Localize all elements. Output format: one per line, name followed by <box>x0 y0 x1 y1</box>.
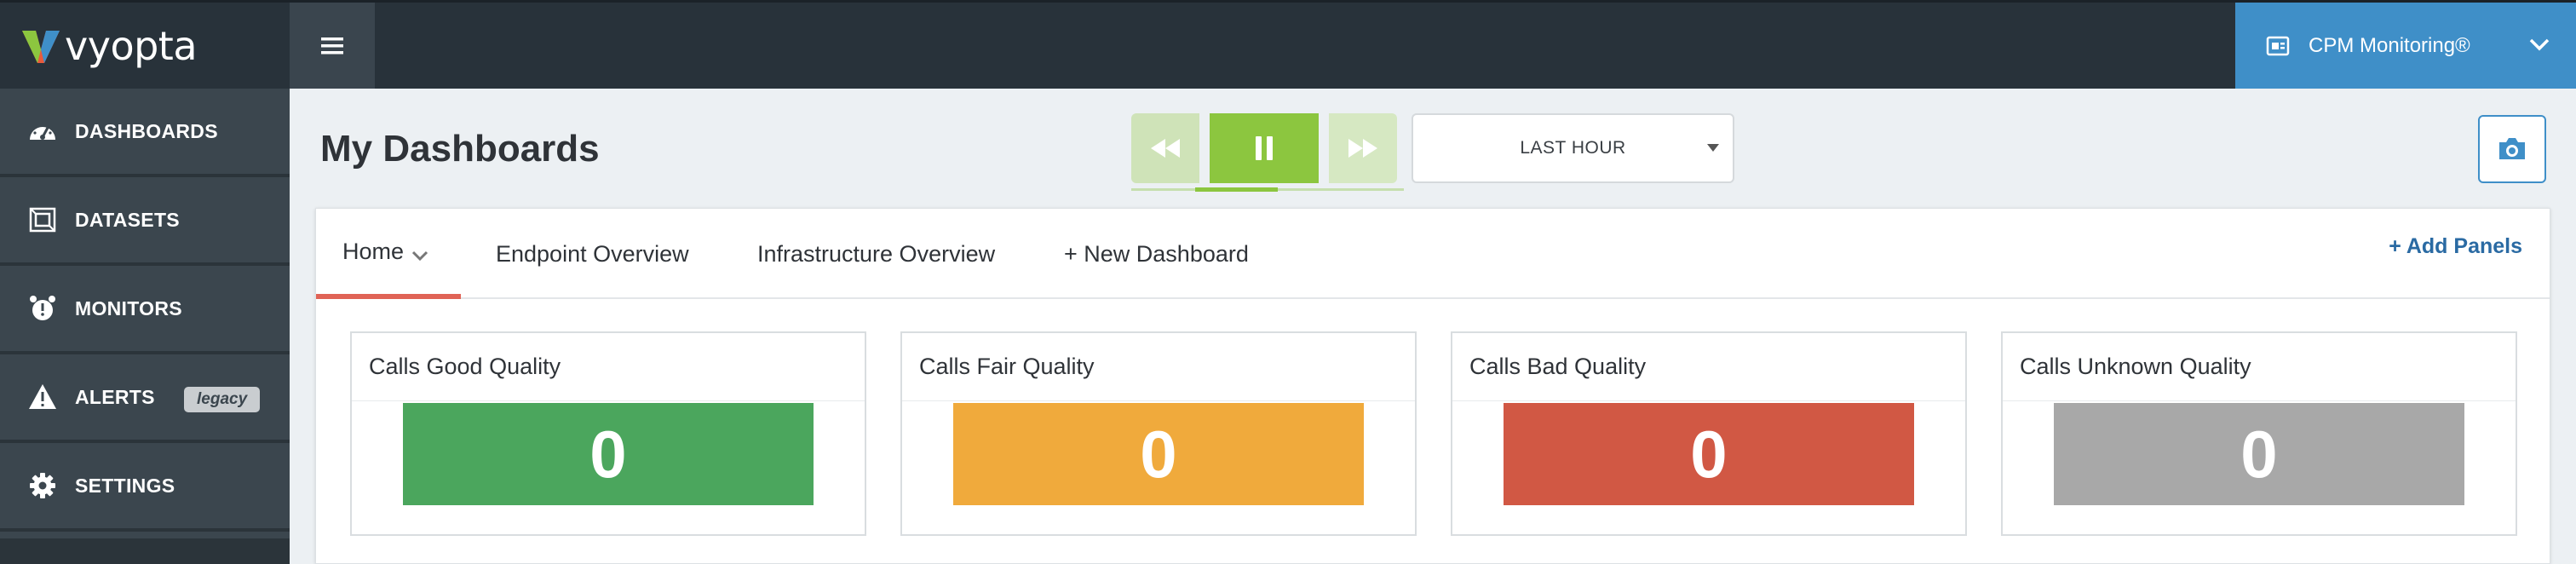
dashboard-container: Home Endpoint Overview Infrastructure Ov… <box>315 208 2550 564</box>
caret-down-icon <box>1707 144 1719 152</box>
sidebar-item-label: MONITORS <box>75 296 182 319</box>
panel-unknown-quality[interactable]: Calls Unknown Quality 0 <box>2001 331 2517 536</box>
chevron-down-icon <box>411 250 428 262</box>
sidebar-item-alerts[interactable]: ALERTS legacy <box>0 354 290 443</box>
sidebar-item-label: SETTINGS <box>75 474 175 497</box>
sidebar-item-dashboards[interactable]: DASHBOARDS <box>0 89 290 177</box>
legacy-badge: legacy <box>184 387 261 412</box>
time-range-select[interactable]: LAST HOUR <box>1412 113 1734 183</box>
sidebar: DASHBOARDS DATASETS MONITORS ALERTS lega… <box>0 89 290 564</box>
pause-icon <box>1256 136 1273 160</box>
tab-endpoint-overview[interactable]: Endpoint Overview <box>496 209 689 299</box>
gear-icon <box>30 473 55 498</box>
tab-label: Home <box>342 238 405 264</box>
sidebar-item-label: ALERTS <box>75 385 155 408</box>
alarm-clock-icon <box>30 296 55 320</box>
warning-icon <box>29 384 56 409</box>
chevron-down-icon <box>2529 38 2550 51</box>
monitor-account-icon <box>2266 36 2290 55</box>
logo-text: vyopta <box>65 22 198 69</box>
rewind-icon <box>1151 139 1180 158</box>
sidebar-item-settings[interactable]: SETTINGS <box>0 443 290 532</box>
add-panels-button[interactable]: + Add Panels <box>2389 234 2522 259</box>
tab-label: Endpoint Overview <box>496 240 689 267</box>
menu-toggle-button[interactable] <box>290 3 375 89</box>
panel-good-quality[interactable]: Calls Good Quality 0 <box>350 331 866 536</box>
fast-forward-icon <box>1348 139 1377 158</box>
panel-title: Calls Fair Quality <box>902 333 1415 401</box>
panel-bad-quality[interactable]: Calls Bad Quality 0 <box>1451 331 1967 536</box>
panel-title: Calls Unknown Quality <box>2003 333 2516 401</box>
panel-value: 0 <box>1504 403 1914 505</box>
camera-icon <box>2499 138 2525 159</box>
fast-forward-button[interactable] <box>1329 113 1397 183</box>
playback-progress-bar <box>1195 187 1278 192</box>
page-title: My Dashboards <box>320 128 600 170</box>
speedometer-icon <box>30 122 55 140</box>
new-dashboard-tab[interactable]: + New Dashboard <box>1064 209 1249 299</box>
tab-home[interactable]: Home <box>316 209 461 299</box>
rewind-button[interactable] <box>1131 113 1199 183</box>
sidebar-footer <box>0 538 290 564</box>
time-range-value: LAST HOUR <box>1520 138 1626 158</box>
tab-label: Infrastructure Overview <box>757 240 996 267</box>
sidebar-item-datasets[interactable]: DATASETS <box>0 177 290 266</box>
panel-title: Calls Good Quality <box>352 333 865 401</box>
hamburger-icon <box>321 37 343 54</box>
vyopta-logo-icon <box>22 30 60 63</box>
dashboard-tabs: Home Endpoint Overview Infrastructure Ov… <box>316 209 2550 299</box>
tab-infrastructure-overview[interactable]: Infrastructure Overview <box>757 209 995 299</box>
sidebar-item-label: DATASETS <box>75 208 180 231</box>
tab-label: + New Dashboard <box>1064 240 1249 267</box>
account-switcher[interactable]: CPM Monitoring® <box>2235 3 2576 89</box>
top-bar: vyopta CPM Monitoring® <box>0 0 2576 89</box>
panel-fair-quality[interactable]: Calls Fair Quality 0 <box>900 331 1417 536</box>
panel-value: 0 <box>2054 403 2464 505</box>
sidebar-item-label: DASHBOARDS <box>75 119 218 142</box>
logo[interactable]: vyopta <box>0 3 290 89</box>
sidebar-item-monitors[interactable]: MONITORS <box>0 266 290 354</box>
panel-value: 0 <box>953 403 1364 505</box>
dataset-icon <box>29 207 56 233</box>
panel-title: Calls Bad Quality <box>1452 333 1965 401</box>
panel-value: 0 <box>403 403 814 505</box>
pause-button[interactable] <box>1210 113 1319 183</box>
account-label: CPM Monitoring® <box>2309 33 2470 57</box>
snapshot-button[interactable] <box>2478 115 2546 183</box>
